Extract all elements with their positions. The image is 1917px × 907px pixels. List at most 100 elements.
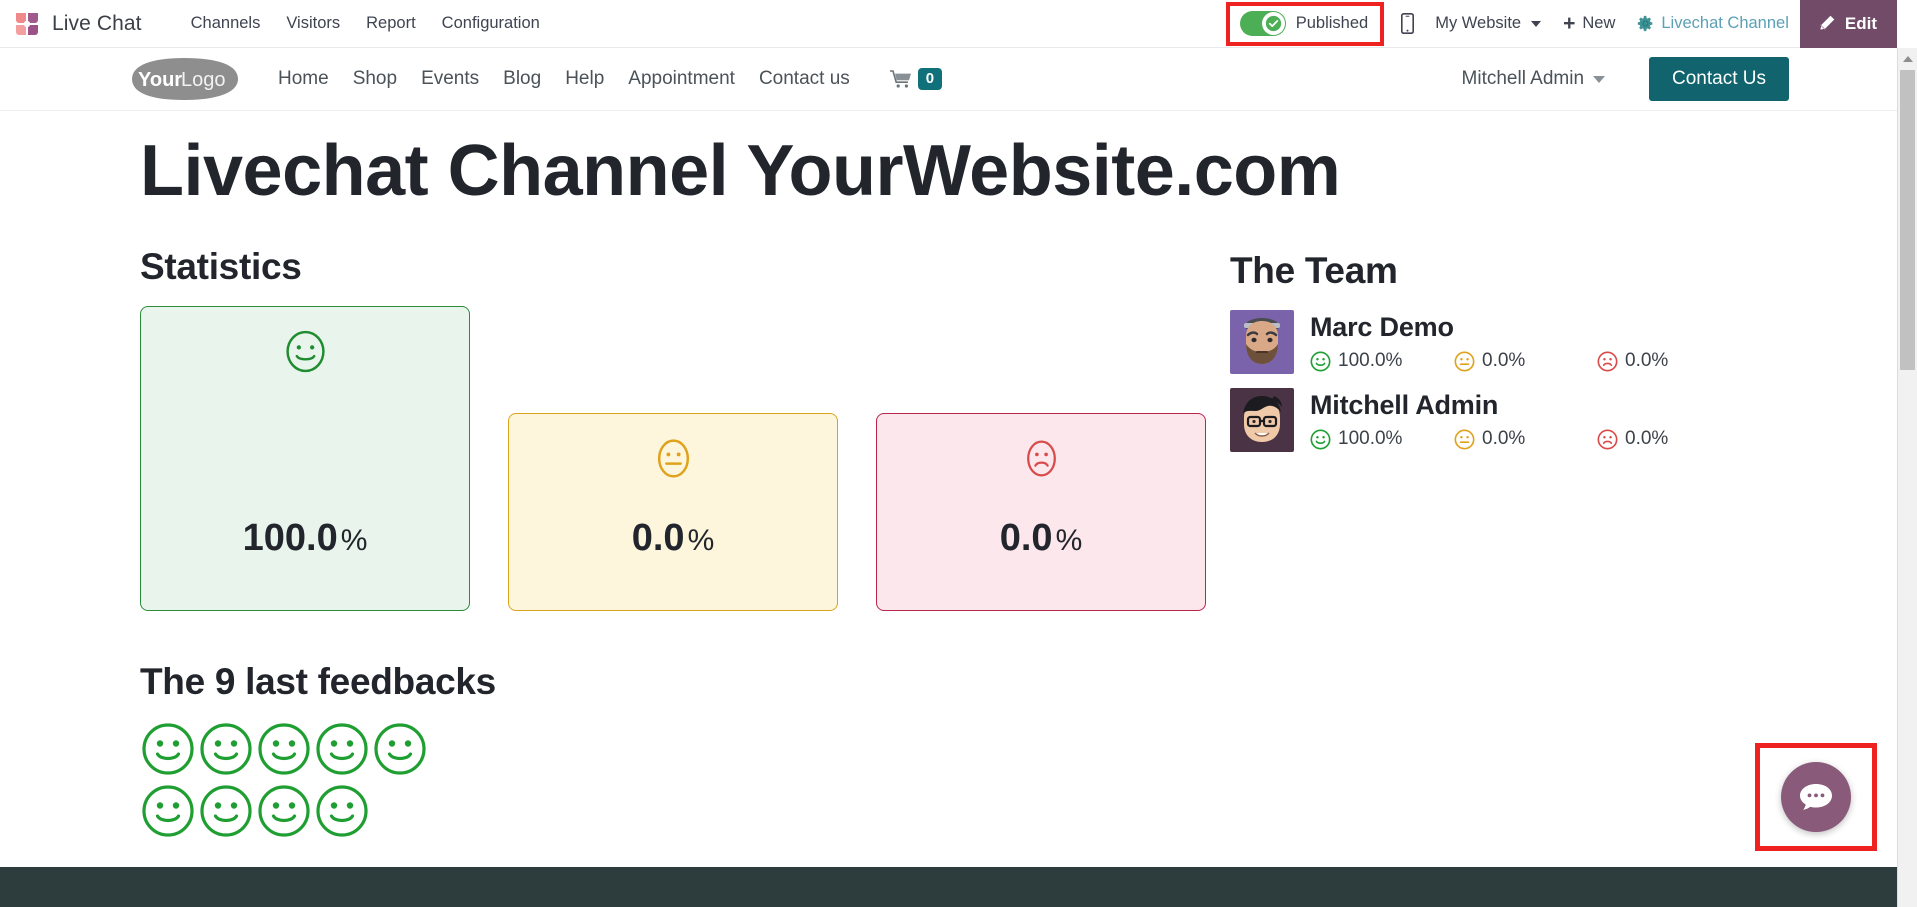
smiley-happy-icon <box>200 785 252 837</box>
smiley-neutral-icon <box>657 439 689 478</box>
stat-card-happy[interactable]: 100.0% <box>140 306 470 612</box>
site-nav-contact-us[interactable]: Contact us <box>747 62 862 96</box>
svg-text:Your: Your <box>138 69 182 91</box>
website-selector-label: My Website <box>1435 14 1522 32</box>
team-heading: The Team <box>1230 250 1398 292</box>
smiley-happy-icon <box>200 723 252 775</box>
menu-item-channels[interactable]: Channels <box>178 8 274 39</box>
published-toggle[interactable] <box>1239 11 1286 36</box>
smiley-neutral-icon <box>1454 429 1475 450</box>
avatar-mitchell-admin-icon <box>1230 388 1294 453</box>
edit-button-label: Edit <box>1844 13 1877 33</box>
feedback-grid <box>140 721 480 839</box>
content-columns: Statistics 100.0% 0.0 % 0.0 % The 9 last… <box>140 246 1897 839</box>
site-nav: Home Shop Events Blog Help Appointment C… <box>266 62 862 96</box>
toggle-knob <box>1261 12 1285 35</box>
stat-percent-sign-unhappy: % <box>1055 524 1083 558</box>
smiley-happy-icon <box>316 723 368 775</box>
user-menu-label: Mitchell Admin <box>1461 68 1585 89</box>
new-button-label: New <box>1582 14 1616 32</box>
new-button[interactable]: + New <box>1552 0 1626 48</box>
cart-widget[interactable]: 0 <box>889 67 943 91</box>
team-member-name: Mitchell Admin <box>1310 390 1499 421</box>
site-logo[interactable]: Your Logo <box>126 56 244 102</box>
livechat-channel-link[interactable]: Livechat Channel <box>1626 0 1800 48</box>
site-nav-blog[interactable]: Blog <box>491 62 553 96</box>
site-nav-home[interactable]: Home <box>266 62 341 96</box>
menu-item-report[interactable]: Report <box>353 8 429 39</box>
mobile-phone-glyph <box>1400 13 1414 34</box>
published-toggle-highlight: Published <box>1225 1 1385 46</box>
odoo-top-bar: Live Chat Channels Visitors Report Confi… <box>0 0 1897 48</box>
mobile-phone-icon[interactable] <box>1390 13 1424 34</box>
site-header: Your Logo Home Shop Events Blog Help App… <box>0 48 1897 111</box>
vertical-scrollbar[interactable] <box>1897 48 1917 907</box>
feedback-item-happy <box>140 721 196 777</box>
plus-icon: + <box>1563 12 1576 35</box>
odoo-main-menu: Channels Visitors Report Configuration <box>178 8 553 39</box>
stat-number-unhappy: 0.0 <box>999 517 1053 560</box>
team-stat-neutral-value: 0.0% <box>1482 350 1526 372</box>
statistics-cards: 100.0% 0.0% 0.0 % <box>140 306 1230 612</box>
chat-widget-highlight <box>1755 743 1877 851</box>
statistics-column: Statistics 100.0% 0.0 % 0.0 % The 9 last… <box>140 246 1230 839</box>
team-member-stats: 100.0% 0.0% 0.0% <box>1310 428 1668 450</box>
team-stat-happy-value: 100.0% <box>1338 428 1403 450</box>
avatar <box>1230 310 1294 375</box>
stat-card-unhappy[interactable]: 0.0% <box>876 413 1206 612</box>
site-nav-shop[interactable]: Shop <box>341 62 409 96</box>
check-circle-icon <box>1265 15 1281 32</box>
smiley-happy-icon <box>374 723 426 775</box>
feedback-item-happy <box>140 783 196 839</box>
team-stat-unhappy: 0.0% <box>1597 428 1668 450</box>
stat-card-neutral[interactable]: 0.0% <box>508 413 838 612</box>
stat-number-neutral: 0.0 <box>631 517 685 560</box>
menu-item-visitors[interactable]: Visitors <box>273 8 353 39</box>
team-stat-neutral-value: 0.0% <box>1482 428 1526 450</box>
team-stat-neutral: 0.0% <box>1454 428 1597 450</box>
scrollbar-up-arrow[interactable] <box>1898 49 1917 68</box>
smiley-happy-icon <box>258 723 310 775</box>
team-member-name: Marc Demo <box>1310 312 1454 343</box>
site-footer <box>0 867 1897 907</box>
contact-us-button[interactable]: Contact Us <box>1649 57 1789 101</box>
feedback-section: The 9 last feedbacks <box>140 661 1230 839</box>
avatar <box>1230 388 1294 453</box>
user-menu[interactable]: Mitchell Admin <box>1452 62 1616 96</box>
page-body: Livechat Channel YourWebsite.com Statist… <box>0 111 1897 839</box>
smiley-happy-icon <box>316 785 368 837</box>
smiley-sad-icon <box>1597 351 1618 372</box>
stat-value-unhappy: 0.0% <box>877 517 1205 560</box>
smiley-happy-icon <box>285 330 325 373</box>
stat-value-neutral: 0.0% <box>509 517 837 560</box>
page-title: Livechat Channel YourWebsite.com <box>140 131 1341 211</box>
smiley-happy-icon <box>142 785 194 837</box>
statistics-heading: Statistics <box>140 246 302 288</box>
team-member-info: Marc Demo 100.0% 0.0% 0.0% <box>1310 310 1668 372</box>
shopping-cart-icon <box>889 70 911 88</box>
app-name-label: Live Chat <box>52 11 142 35</box>
smiley-happy-icon <box>142 723 194 775</box>
smiley-happy-icon <box>258 785 310 837</box>
site-nav-help[interactable]: Help <box>553 62 616 96</box>
site-nav-events[interactable]: Events <box>409 62 491 96</box>
smiley-sad-icon <box>1597 429 1618 450</box>
your-logo-icon: Your Logo <box>132 58 238 100</box>
team-member-row: Marc Demo 100.0% 0.0% 0.0% <box>1230 310 1897 375</box>
smiley-sad-icon <box>1026 440 1056 477</box>
chevron-down-icon <box>1593 75 1606 83</box>
team-stat-happy-value: 100.0% <box>1338 350 1403 372</box>
team-stat-unhappy-value: 0.0% <box>1625 428 1669 450</box>
site-nav-appointment[interactable]: Appointment <box>616 62 747 96</box>
app-brand[interactable]: Live Chat <box>0 11 142 37</box>
livechat-button[interactable] <box>1781 762 1851 832</box>
team-member-info: Mitchell Admin 100.0% 0.0% 0.0% <box>1310 388 1668 450</box>
scrollbar-thumb[interactable] <box>1900 70 1915 370</box>
livechat-channel-label: Livechat Channel <box>1661 14 1789 32</box>
stat-percent-sign-neutral: % <box>687 524 715 558</box>
feedback-item-happy <box>198 783 254 839</box>
feedback-item-happy <box>256 783 312 839</box>
edit-button[interactable]: Edit <box>1799 0 1897 48</box>
menu-item-configuration[interactable]: Configuration <box>429 8 553 39</box>
website-selector[interactable]: My Website <box>1424 0 1552 48</box>
